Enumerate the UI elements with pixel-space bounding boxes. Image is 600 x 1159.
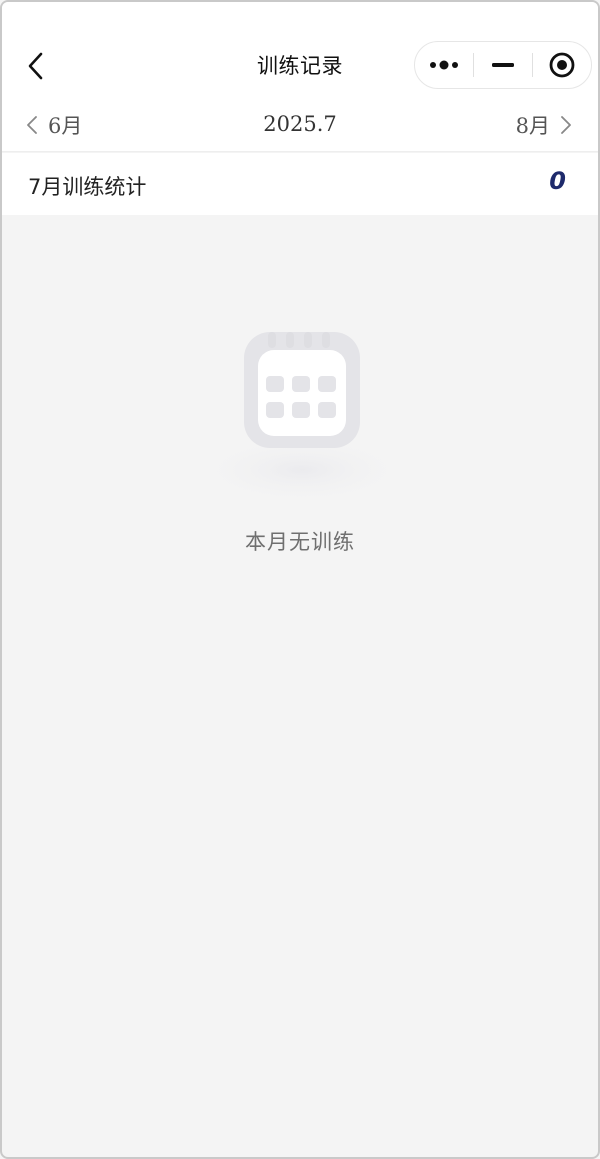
top-navbar: 训练记录 [2,2,598,102]
chevron-right-icon [561,116,571,134]
next-month-label: 8月 [515,114,550,138]
target-circle-icon [549,52,575,78]
monthly-stats-row: 7月训练统计 0 [2,153,598,215]
miniprogram-capsule [414,41,592,89]
empty-state: 本月无训练 [2,320,598,560]
minimize-icon [492,63,514,67]
close-miniprogram-button[interactable] [533,42,591,88]
calendar-icon [190,332,414,506]
more-dots-icon [430,60,458,70]
training-count: 0 [549,167,566,195]
more-button[interactable] [415,42,473,88]
minimize-button[interactable] [474,42,532,88]
stats-label: 7月训练统计 [28,175,147,199]
app-frame: 训练记录 6月 2025.7 8月 7月训练统计 0 本月无训练 [0,0,600,1159]
current-month: 2025.7 [263,112,337,136]
month-switcher: 6月 2025.7 8月 [2,102,598,152]
next-month-button[interactable]: 8月 [516,110,572,140]
empty-message: 本月无训练 [245,530,355,554]
